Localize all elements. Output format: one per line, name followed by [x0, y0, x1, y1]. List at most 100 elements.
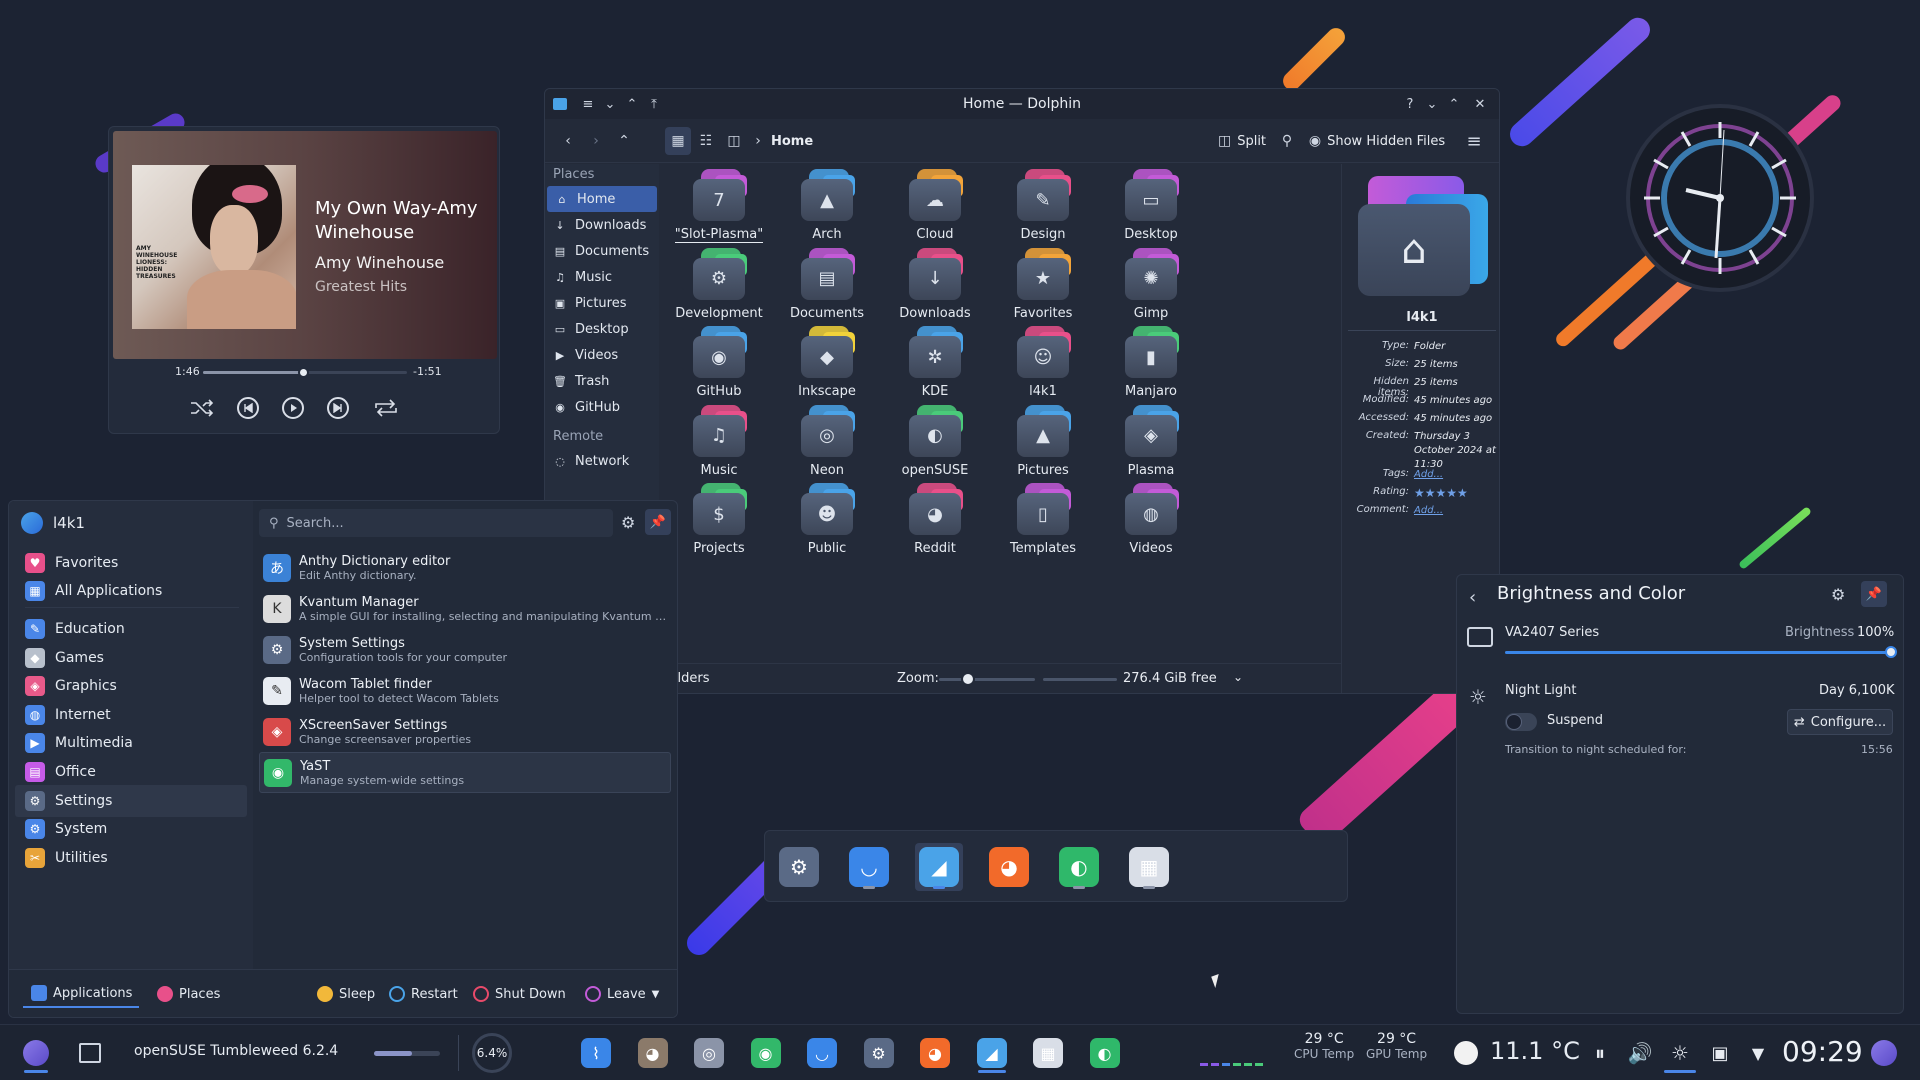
compact-view-button[interactable]: ☷	[693, 127, 719, 155]
minimize-icon[interactable]: ⌄	[1423, 95, 1441, 113]
play-button[interactable]	[278, 393, 308, 423]
shutdown-button[interactable]: Shut Down	[473, 980, 566, 1008]
forward-button[interactable]: ›	[583, 127, 609, 155]
show-hidden-files-button[interactable]: ◉ Show Hidden Files	[1307, 127, 1447, 155]
search-button[interactable]: ⚲	[1275, 127, 1299, 155]
previous-button[interactable]	[233, 393, 263, 423]
back-button[interactable]: ‹	[555, 127, 581, 155]
up-button[interactable]: ⌃	[611, 127, 637, 155]
window-titlebar[interactable]: ≡ ⌄ ⌃ ⤒ Home — Dolphin ? ⌄ ⌃ ✕	[545, 89, 1499, 119]
launcher-pin-icon[interactable]: 📌	[645, 509, 671, 535]
info-value[interactable]: Add...	[1414, 504, 1498, 518]
dock-item-dolphin[interactable]: ◢	[915, 843, 963, 891]
hamburger-menu-button[interactable]: ≡	[1461, 127, 1487, 155]
taskbar-app-yast[interactable]: ◉	[746, 1033, 786, 1073]
tab-applications[interactable]: Applications	[23, 980, 139, 1008]
app-list-item[interactable]: ⚙ System Settings Configuration tools for …	[259, 629, 671, 670]
zoom-slider-handle[interactable]	[961, 672, 975, 686]
weather-temp[interactable]: 11.1 °C	[1490, 1037, 1580, 1065]
dock-item-discover[interactable]: ◡	[845, 843, 893, 891]
taskbar-app-krita[interactable]: ◐	[1085, 1033, 1125, 1073]
brightness-slider-handle[interactable]	[1885, 646, 1897, 658]
brightness-slider[interactable]	[1505, 646, 1897, 658]
taskbar-app-system-settings[interactable]: ⚙	[859, 1033, 899, 1073]
cpu-gauge[interactable]: 6.4%	[472, 1033, 512, 1073]
search-field[interactable]: ⚲	[259, 509, 613, 537]
launcher-button[interactable]	[16, 1033, 56, 1073]
category-system[interactable]: ⚙ System	[15, 813, 247, 845]
free-space-dropdown-icon[interactable]: ⌄	[1233, 670, 1243, 684]
sidebar-item-home[interactable]: ⌂ Home	[547, 186, 657, 212]
launcher-settings-icon[interactable]: ⚙	[621, 513, 635, 532]
dock-item-calculator[interactable]: ▦	[1125, 843, 1173, 891]
seek-bar-handle[interactable]	[297, 367, 309, 378]
details-view-button[interactable]: ◫	[721, 127, 747, 155]
overview-button[interactable]	[70, 1033, 110, 1073]
taskbar-app-steam[interactable]: ◎	[689, 1033, 729, 1073]
configure-button[interactable]: ⇄ Configure...	[1787, 709, 1893, 735]
sidebar-item-trash[interactable]: 🗑 Trash	[545, 368, 659, 394]
media-pause-button[interactable]: ⏸	[1580, 1033, 1620, 1073]
breadcrumb-home[interactable]: Home	[771, 127, 813, 155]
restart-button[interactable]: Restart	[389, 980, 458, 1008]
taskbar-app-calculator[interactable]: ▦	[1028, 1033, 1068, 1073]
taskbar-app-discover[interactable]: ◡	[802, 1033, 842, 1073]
category-office[interactable]: ▤ Office	[15, 756, 247, 788]
sun-icon[interactable]	[1454, 1041, 1478, 1065]
category-multimedia[interactable]: ▶ Multimedia	[15, 727, 247, 759]
analog-clock-widget[interactable]	[1626, 104, 1814, 292]
app-list-item[interactable]: ◈ XScreenSaver Settings Change screensaver…	[259, 711, 671, 752]
back-arrow-icon[interactable]: ‹	[1469, 587, 1476, 608]
app-list-item[interactable]: ✎ Wacom Tablet finder Helper tool to detec…	[259, 670, 671, 711]
taskbar-app-system-monitor[interactable]: ⌇	[576, 1033, 616, 1073]
rating-stars[interactable]: ★★★★★	[1414, 486, 1498, 500]
configure-gear-icon[interactable]: ⚙	[1831, 585, 1845, 604]
next-button[interactable]	[323, 393, 353, 423]
digital-clock[interactable]: 09:29	[1782, 1035, 1863, 1068]
leave-button[interactable]: Leave ▼	[585, 980, 659, 1008]
pin-icon[interactable]: 📌	[1861, 581, 1887, 607]
category-graphics[interactable]: ◈ Graphics	[15, 670, 247, 702]
zoom-slider[interactable]	[939, 672, 1035, 686]
close-icon[interactable]: ✕	[1471, 95, 1489, 113]
app-list-item[interactable]: ◉ YaST Manage system-wide settings	[259, 752, 671, 793]
app-list-item[interactable]: あ Anthy Dictionary editor Edit Anthy dicti…	[259, 547, 671, 588]
night-light-button[interactable]: ☼	[1660, 1033, 1700, 1073]
repeat-button[interactable]	[371, 393, 401, 423]
sidebar-item-music[interactable]: ♫ Music	[545, 264, 659, 290]
taskbar-app-dolphin[interactable]: ◢	[972, 1033, 1012, 1073]
sleep-button[interactable]: Sleep	[317, 980, 375, 1008]
help-icon[interactable]: ?	[1401, 95, 1419, 113]
sidebar-item-network[interactable]: ◌ Network	[545, 448, 659, 474]
dock-item-krita[interactable]: ◐	[1055, 843, 1103, 891]
search-input[interactable]	[286, 515, 587, 531]
category-utilities[interactable]: ✂ Utilities	[15, 842, 247, 874]
taskbar-app-firefox[interactable]: ◕	[915, 1033, 955, 1073]
category-all-applications[interactable]: ▦ All Applications	[15, 575, 247, 607]
split-button[interactable]: ◫ Split	[1217, 127, 1267, 155]
shuffle-button[interactable]	[187, 393, 217, 423]
sidebar-item-videos[interactable]: ▶ Videos	[545, 342, 659, 368]
taskbar-app-gimp[interactable]: ◕	[633, 1033, 673, 1073]
sidebar-item-documents[interactable]: ▤ Documents	[545, 238, 659, 264]
sidebar-item-downloads[interactable]: ↓ Downloads	[545, 212, 659, 238]
seek-bar[interactable]	[203, 367, 407, 378]
sidebar-item-pictures[interactable]: ▣ Pictures	[545, 290, 659, 316]
app-list-item[interactable]: K Kvantum Manager A simple GUI for install…	[259, 588, 671, 629]
maximize-icon[interactable]: ⌃	[1445, 95, 1463, 113]
tab-places[interactable]: Places	[157, 980, 220, 1008]
tray-expand-button[interactable]: ▼	[1738, 1033, 1778, 1073]
folder-item[interactable]: ◍ Videos	[1085, 479, 1217, 575]
info-value[interactable]: Add...	[1414, 468, 1498, 482]
volume-button[interactable]: 🔊	[1620, 1033, 1660, 1073]
gpu-temp-sensor[interactable]: 29 °C GPU Temp	[1366, 1031, 1427, 1061]
cpu-temp-sensor[interactable]: 29 °C CPU Temp	[1294, 1031, 1354, 1061]
show-desktop-button[interactable]	[1864, 1033, 1904, 1073]
category-education[interactable]: ✎ Education	[15, 613, 247, 645]
sidebar-item-desktop[interactable]: ▭ Desktop	[545, 316, 659, 342]
dock-item-firefox[interactable]: ◕	[985, 843, 1033, 891]
suspend-toggle[interactable]	[1505, 713, 1537, 731]
icons-view-button[interactable]: ▦	[665, 127, 691, 155]
dock-item-system-settings[interactable]: ⚙	[775, 843, 823, 891]
user-header[interactable]: l4k1	[21, 511, 85, 535]
